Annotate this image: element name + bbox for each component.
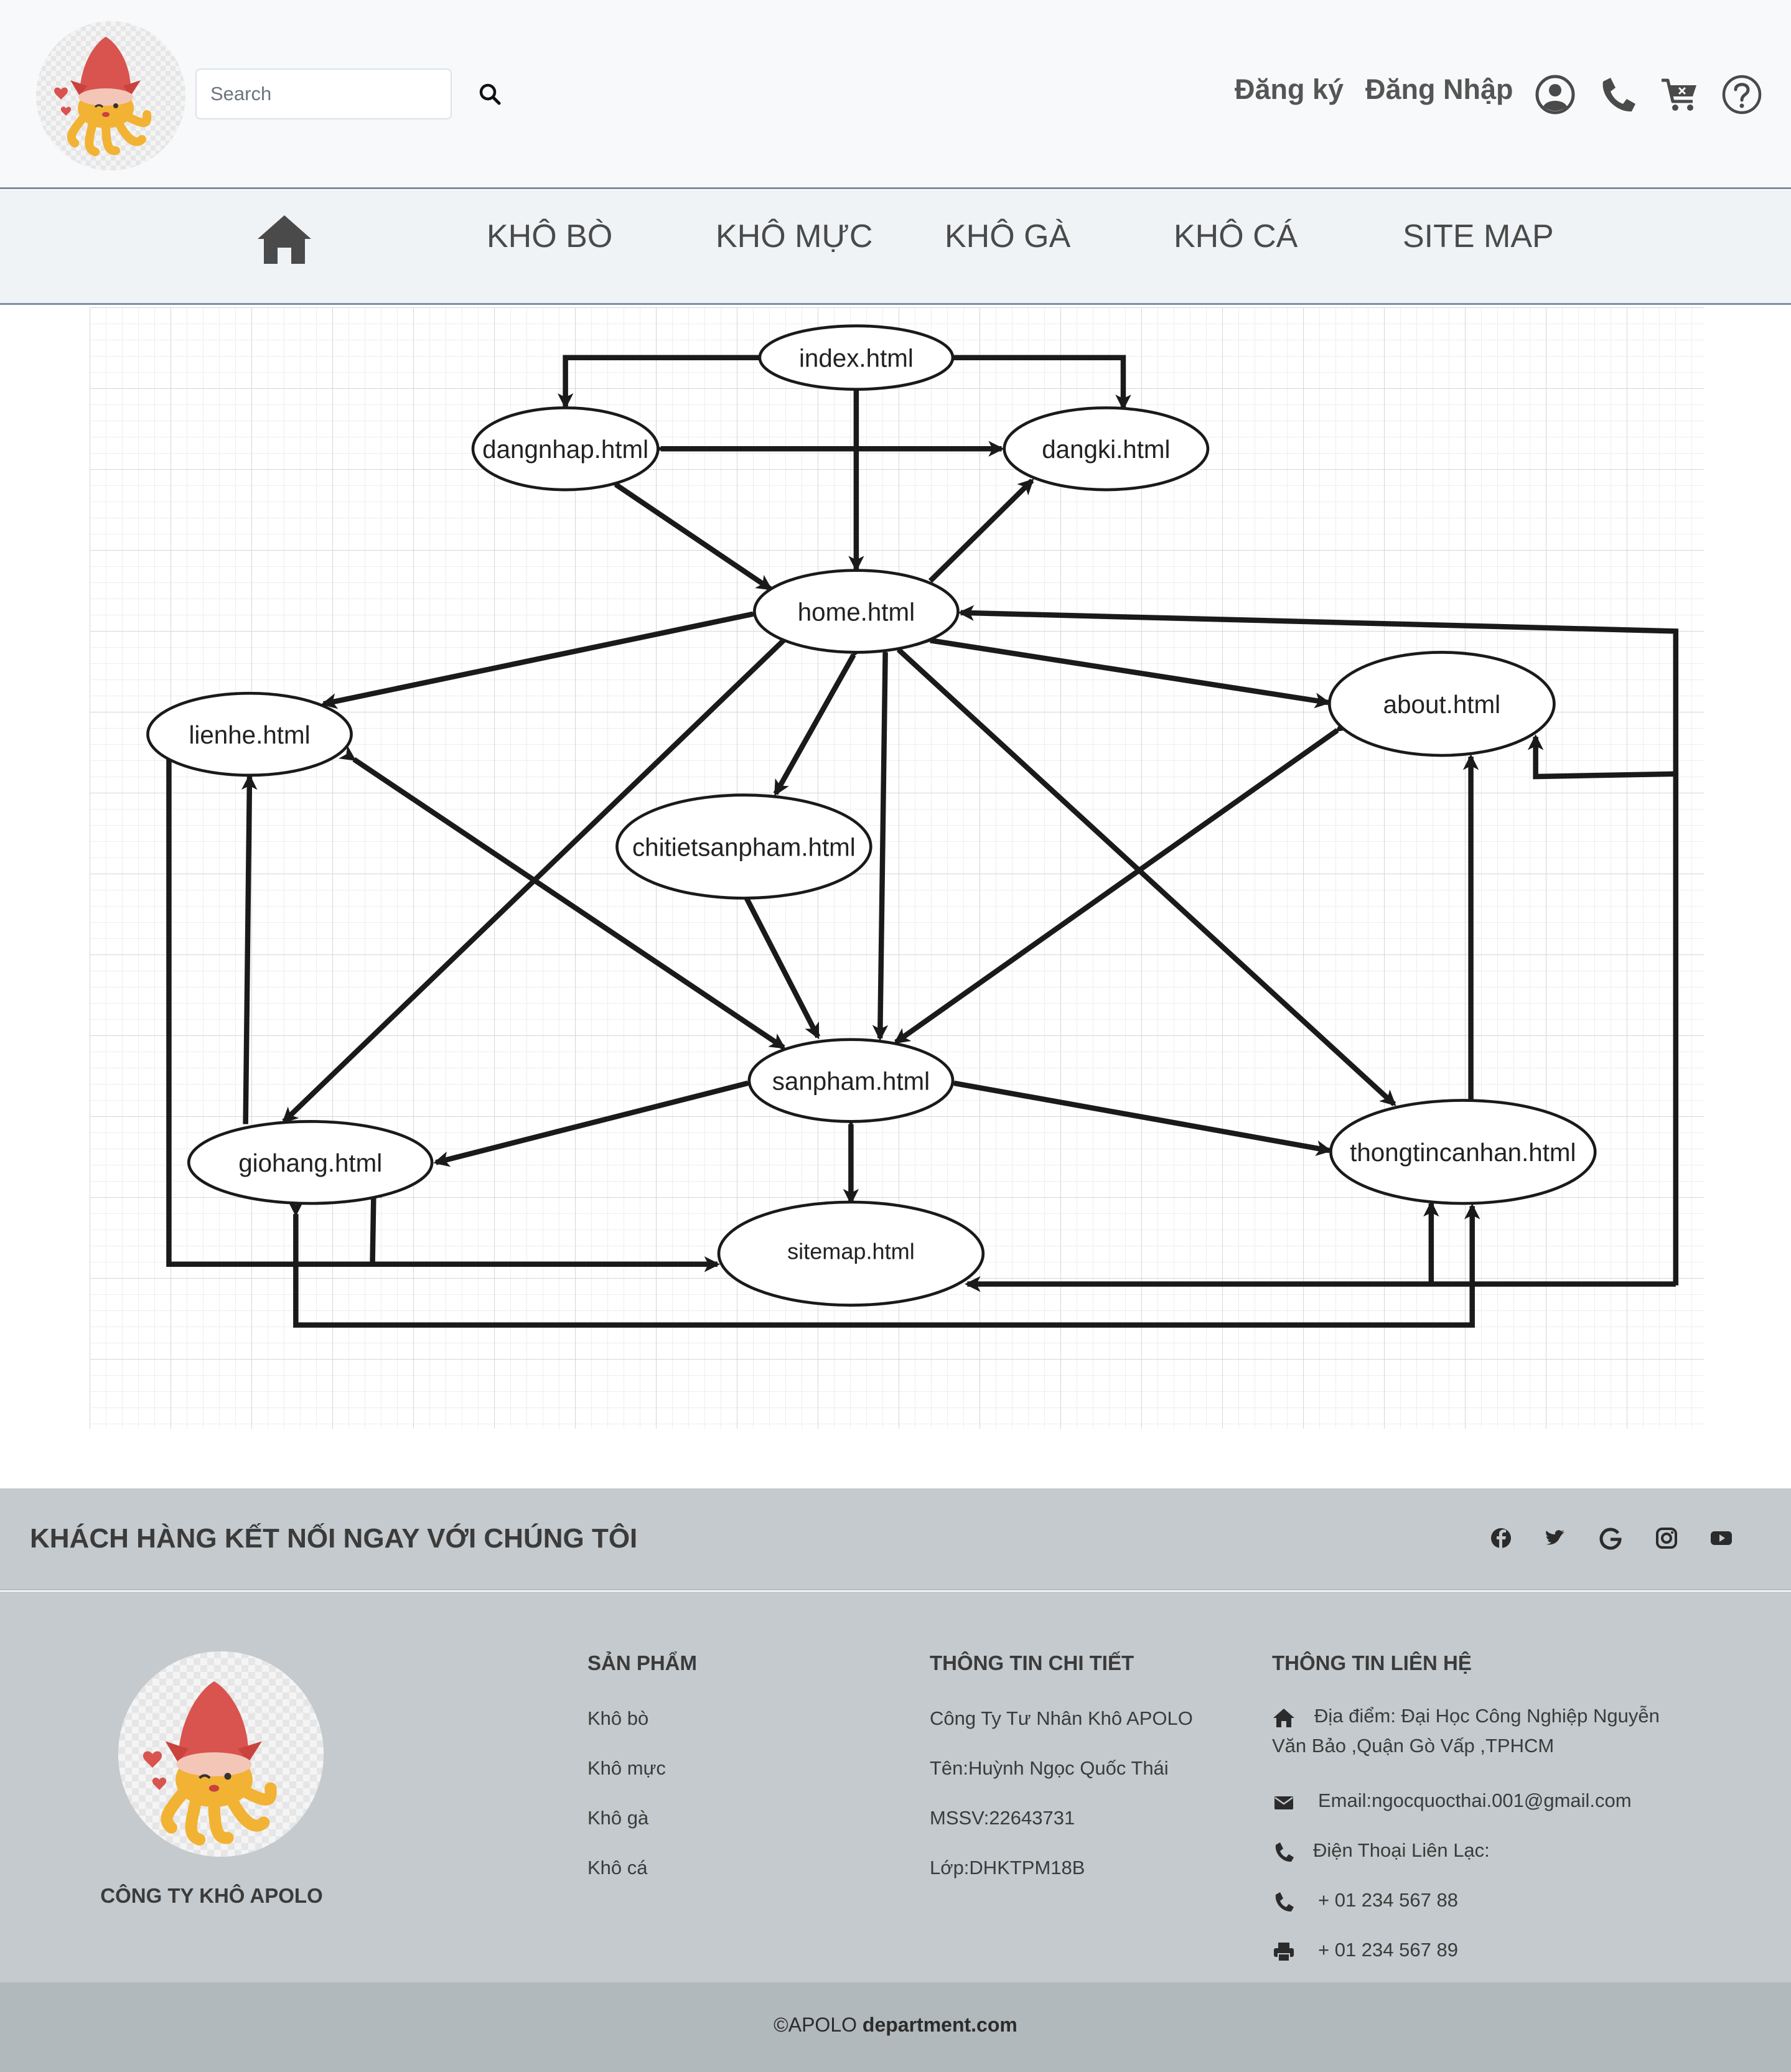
contact-fax-text: + 01 234 567 89 (1318, 1939, 1458, 1961)
contact-email[interactable]: Email:ngocquocthai.001@gmail.com (1272, 1786, 1632, 1816)
search-button[interactable] (473, 77, 508, 112)
envelope-icon (1274, 1796, 1293, 1809)
detail-company: Công Ty Tư Nhân Khô APOLO (930, 1707, 1193, 1729)
printer-icon (1274, 1943, 1294, 1962)
contact-phone-label: Điện Thoại Liên Lạc: (1272, 1836, 1490, 1865)
copyright-bar: ©APOLO department.com (0, 1982, 1791, 2072)
google-icon[interactable] (1593, 1521, 1628, 1556)
edge-giohang-lienhe (241, 773, 258, 1124)
cart-icon[interactable] (1658, 73, 1701, 116)
product-link-kho-ca[interactable]: Khô cá (587, 1857, 648, 1879)
contact-title: THÔNG TIN LIÊN HỆ (1272, 1651, 1472, 1674)
help-icon[interactable] (1720, 73, 1764, 116)
home-icon (258, 215, 311, 264)
product-link-kho-ga[interactable]: Khô gà (587, 1807, 648, 1829)
details-title: THÔNG TIN CHI TIẾT (930, 1651, 1134, 1674)
node-label-lienhe: lienhe.html (189, 721, 310, 749)
sitemap-diagram: index.html dangnhap.html dangki.html hom… (90, 307, 1704, 1429)
edge-sanpham-thongtincanhan (939, 1073, 1332, 1156)
detail-student-id: MSSV:22643731 (930, 1807, 1075, 1829)
contact-address: Địa điểm: Đại Học Công Nghiệp Nguyễn Văn… (1272, 1701, 1695, 1761)
contact-fax: + 01 234 567 89 (1272, 1935, 1458, 1965)
edge-home-thongtincanhan (883, 635, 1396, 1106)
node-label-sanpham: sanpham.html (772, 1066, 930, 1095)
connect-bar: KHÁCH HÀNG KẾT NỐI NGAY VỚI CHÚNG TÔI (0, 1488, 1791, 1590)
company-name: CÔNG TY KHÔ APOLO (100, 1884, 323, 1907)
edge-sanpham-giohang (433, 1072, 763, 1167)
squid-mascot-icon (118, 1651, 324, 1857)
nav-item-site-map[interactable]: SITE MAP (1403, 218, 1554, 255)
footer-main: CÔNG TY KHÔ APOLO SẢN PHẨM Khô bò Khô mự… (0, 1592, 1791, 1982)
contact-phone-label-text: Điện Thoại Liên Lạc: (1313, 1839, 1490, 1861)
node-label-home: home.html (798, 597, 915, 626)
squid-mascot-icon (36, 21, 185, 170)
nav-item-kho-ga[interactable]: KHÔ GÀ (945, 218, 1070, 255)
node-label-thongtincanhan: thongtincanhan.html (1350, 1138, 1576, 1167)
instagram-icon[interactable] (1649, 1521, 1684, 1556)
footer-logo (118, 1651, 324, 1857)
register-link[interactable]: Đăng ký (1235, 73, 1344, 106)
detail-name: Tên:Huỳnh Ngọc Quốc Thái (930, 1757, 1169, 1779)
site-header: Đăng ký Đăng Nhập (0, 0, 1791, 189)
contact-phone[interactable]: + 01 234 567 88 (1272, 1885, 1458, 1915)
main-nav: KHÔ BÒ KHÔ MỰC KHÔ GÀ KHÔ CÁ SITE MAP (0, 190, 1791, 305)
detail-class: Lớp:DHKTPM18B (930, 1857, 1085, 1878)
edge-index-dangnhap (557, 355, 760, 409)
edge-home-chitietsanpham (773, 639, 867, 796)
node-label-sitemap: sitemap.html (787, 1238, 915, 1264)
contact-email-text: Email:ngocquocthai.001@gmail.com (1318, 1790, 1632, 1811)
contact-phone-text: + 01 234 567 88 (1318, 1889, 1458, 1911)
edge-home-about (915, 630, 1331, 709)
products-title: SẢN PHẨM (587, 1651, 698, 1674)
copyright-domain[interactable]: department.com (863, 2014, 1017, 2036)
node-label-chitietsanpham: chitietsanpham.html (632, 833, 856, 861)
nav-item-kho-ca[interactable]: KHÔ CÁ (1174, 218, 1298, 255)
nav-home[interactable] (256, 212, 312, 268)
phone-icon (1275, 1842, 1294, 1862)
contact-address-text: Địa điểm: Đại Học Công Nghiệp Nguyễn Văn… (1272, 1705, 1660, 1757)
login-link[interactable]: Đăng Nhập (1365, 73, 1513, 106)
phone-icon[interactable] (1596, 73, 1639, 116)
edge-home-lienhe (320, 603, 768, 709)
edge-dangnhap-home (600, 470, 773, 591)
product-link-kho-bo[interactable]: Khô bò (587, 1707, 648, 1730)
node-label-index: index.html (799, 344, 914, 373)
phone-icon (1275, 1892, 1294, 1912)
user-account-icon[interactable] (1533, 73, 1577, 116)
apolo-logo[interactable] (36, 21, 185, 170)
search-input[interactable] (195, 68, 452, 119)
copyright-prefix: ©APOLO (774, 2014, 857, 2036)
facebook-icon[interactable] (1484, 1521, 1518, 1556)
edge-home-dangki (928, 478, 1034, 583)
node-label-giohang: giohang.html (238, 1149, 382, 1177)
edge-index-dangki (951, 355, 1131, 411)
nav-item-kho-bo[interactable]: KHÔ BÒ (487, 218, 612, 255)
connect-title: KHÁCH HÀNG KẾT NỐI NGAY VỚI CHÚNG TÔI (30, 1523, 638, 1554)
edge-home-sanpham (872, 638, 894, 1041)
copyright-text: ©APOLO department.com (0, 2014, 1791, 2037)
edge-right-loop-about (1527, 734, 1676, 780)
search-icon (479, 83, 501, 105)
product-link-kho-muc[interactable]: Khô mực (587, 1757, 666, 1780)
home-icon (1273, 1709, 1294, 1727)
node-label-about: about.html (1383, 690, 1500, 719)
twitter-icon[interactable] (1538, 1521, 1573, 1556)
node-label-dangki: dangki.html (1042, 435, 1170, 464)
youtube-icon[interactable] (1704, 1521, 1739, 1556)
edge-chitietsanpham-sanpham (733, 882, 821, 1040)
nav-item-kho-muc[interactable]: KHÔ MỰC (716, 218, 872, 255)
edge-about-sanpham (894, 716, 1353, 1045)
node-label-dangnhap: dangnhap.html (482, 435, 648, 464)
